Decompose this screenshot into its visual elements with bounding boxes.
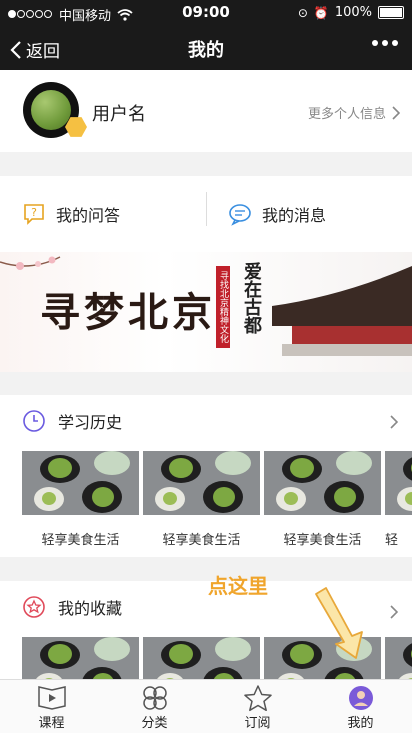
tab-categories[interactable]: 分类 [103,680,206,733]
course-thumbnail [22,451,139,515]
course-card[interactable]: 轻享美食生活 [143,451,260,548]
page-title: 我的 [188,40,224,61]
banner-slogan: 爱在古都 [241,262,262,334]
history-section: 学习历史 轻享美食生活 轻享美食生活 轻享美食生活 轻 [0,395,412,557]
chevron-right-icon [392,105,400,120]
battery-percent: 100% [334,5,372,20]
promo-banner[interactable]: 寻梦北京 寻找北京精神文化 爱在古都 [0,252,412,372]
course-card[interactable]: 轻享美食生活 [264,451,381,548]
tab-me[interactable]: 我的 [309,680,412,733]
tap-hint-label: 点这里 [208,574,268,598]
course-card[interactable] [22,637,139,679]
pointing-arrow-icon [315,587,363,659]
chevron-right-icon [390,605,399,619]
my-questions-button[interactable]: ? 我的问答 [22,202,120,226]
course-card[interactable] [385,637,412,679]
clover-icon [142,686,167,710]
course-thumbnail [143,637,260,679]
nav-bar: 返回 我的 [0,26,412,70]
course-card[interactable]: 轻 [385,451,412,548]
qa-row: ? 我的问答 我的消息 [0,176,412,252]
lock-rotation-icon: ⊙ [297,5,308,20]
course-card[interactable]: 轻享美食生活 [22,451,139,548]
message-bubble-icon [229,204,251,226]
question-bubble-icon: ? [24,204,44,225]
history-header[interactable]: 学习历史 [22,409,122,433]
course-thumbnail [385,451,412,515]
course-thumbnail [385,637,412,679]
course-book-icon [37,686,66,710]
profile-row[interactable]: 用户名 更多个人信息 [0,70,412,152]
star-icon [243,685,272,712]
favorites-more-button[interactable] [390,603,399,624]
user-avatar-icon [348,686,373,710]
course-thumbnail [264,451,381,515]
banner-tag: 寻找北京精神文化 [216,266,230,348]
more-menu-button[interactable] [372,40,398,46]
svg-text:?: ? [31,206,37,219]
history-more-button[interactable] [390,413,399,434]
battery-icon [378,6,404,19]
username: 用户名 [92,104,146,125]
palace-roof-illustration [272,266,412,356]
clock-icon [23,410,45,432]
course-thumbnail [22,637,139,679]
more-profile-link[interactable]: 更多个人信息 [308,103,400,122]
course-thumbnail [143,451,260,515]
alarm-icon: ⏰ [313,5,329,20]
tab-subscriptions[interactable]: 订阅 [206,680,309,733]
status-bar: 中国移动 09:00 ⊙ ⏰ 100% [0,0,412,26]
favorites-header[interactable]: 我的收藏 [22,595,122,619]
banner-title: 寻梦北京 [40,289,216,336]
my-messages-button[interactable]: 我的消息 [228,202,326,226]
course-card[interactable] [143,637,260,679]
tab-bar: 课程 分类 订阅 我的 [0,679,412,733]
tab-courses[interactable]: 课程 [0,680,103,733]
chevron-right-icon [390,415,399,429]
star-badge-icon [23,596,45,618]
history-list: 轻享美食生活 轻享美食生活 轻享美食生活 轻 [22,451,412,548]
